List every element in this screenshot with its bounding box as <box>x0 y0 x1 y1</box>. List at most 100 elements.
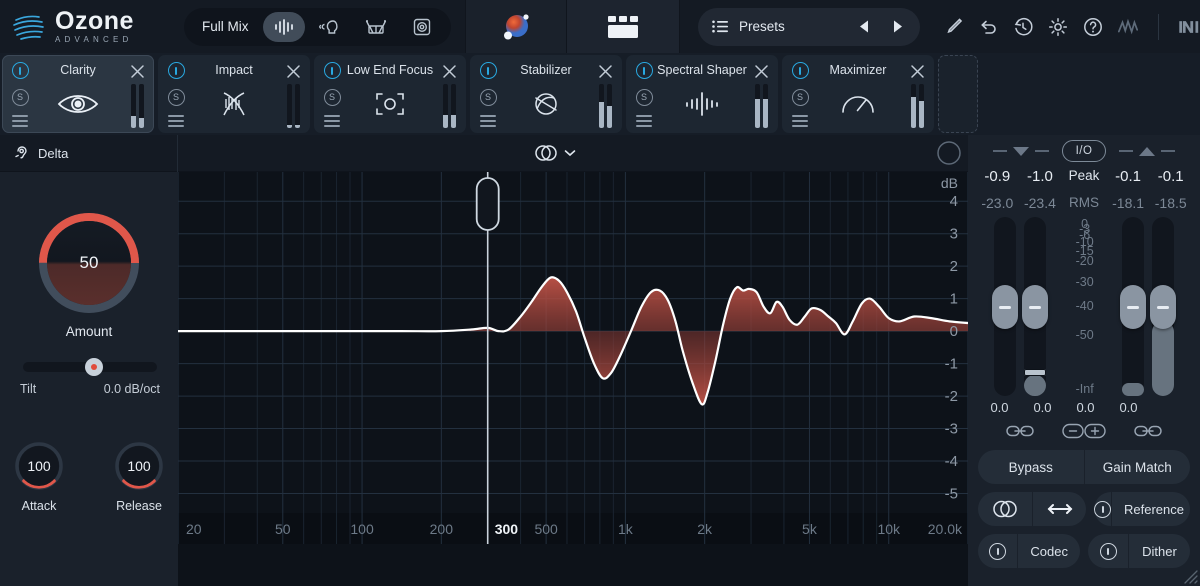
close-icon[interactable] <box>128 62 146 80</box>
presets-next-button[interactable] <box>886 15 910 39</box>
waveform-squiggle-icon[interactable] <box>1117 16 1139 38</box>
solo-icon[interactable]: S <box>323 88 341 106</box>
mix-mode-full-mix[interactable] <box>262 11 305 42</box>
input-fader-left[interactable] <box>991 285 1018 330</box>
ozone-plugin-window: Ozone ADVANCED Full Mix Presets S Clarit… <box>0 0 1200 586</box>
undo-icon[interactable] <box>977 16 999 38</box>
pencil-icon[interactable] <box>942 16 964 38</box>
power-icon[interactable] <box>323 62 341 79</box>
width-button[interactable] <box>1032 492 1086 526</box>
output-fader-left[interactable] <box>1120 285 1147 330</box>
tilt-slider[interactable] <box>23 358 157 376</box>
close-icon[interactable] <box>908 62 926 80</box>
tilt-label: Tilt <box>20 382 37 396</box>
history-icon[interactable] <box>1012 16 1034 38</box>
reference-button[interactable]: Reference <box>1111 492 1190 526</box>
bypass-button[interactable]: Bypass <box>978 450 1084 484</box>
module-name: Low End Focus <box>346 63 434 77</box>
dither-power-button[interactable] <box>1088 534 1128 568</box>
mix-mode-selector: Full Mix <box>184 7 451 46</box>
solo-icon[interactable]: S <box>479 88 497 106</box>
codec-power-button[interactable] <box>978 534 1017 568</box>
module-maximizer[interactable]: S Maximizer <box>782 55 934 133</box>
module-clarity[interactable]: S Clarity <box>2 55 154 133</box>
input-link-button[interactable] <box>978 424 1062 438</box>
presets-selector[interactable]: Presets <box>698 7 920 46</box>
solo-icon[interactable]: S <box>11 88 29 106</box>
power-icon[interactable] <box>791 62 809 79</box>
master-assistant-button[interactable] <box>466 0 566 53</box>
reference-power-button[interactable] <box>1094 492 1111 526</box>
dash <box>1118 150 1133 152</box>
module-meters <box>130 84 144 128</box>
help-icon[interactable] <box>1082 16 1104 38</box>
close-icon[interactable] <box>596 62 614 80</box>
power-icon[interactable] <box>479 62 497 79</box>
stereo-link-icon <box>533 144 559 162</box>
module-name: Spectral Shaper <box>657 63 747 77</box>
mix-mode-bass[interactable] <box>401 12 443 42</box>
solo-icon[interactable]: S <box>167 88 185 106</box>
stereo-mode-dropdown[interactable] <box>533 144 576 162</box>
input-fader-right[interactable] <box>1021 285 1048 330</box>
width-arrows-icon <box>1045 501 1075 517</box>
presets-prev-button[interactable] <box>852 15 876 39</box>
eq-curve-canvas[interactable] <box>178 172 968 544</box>
graph-resize-handle[interactable] <box>930 135 968 172</box>
input-meter-left[interactable] <box>991 217 1018 396</box>
module-spectral-shaper[interactable]: S Spectral Shaper <box>626 55 778 133</box>
output-meter-right[interactable] <box>1150 217 1177 396</box>
list-icon[interactable] <box>168 115 184 127</box>
list-icon[interactable] <box>480 115 496 127</box>
output-link-button[interactable] <box>1106 424 1190 438</box>
input-rms-left: -23.0 <box>981 195 1014 211</box>
list-icon[interactable] <box>792 115 808 127</box>
module-impact[interactable]: S Impact <box>158 55 310 133</box>
close-icon[interactable] <box>440 62 458 80</box>
gain-stepper[interactable] <box>1062 423 1107 439</box>
window-resize-grip[interactable] <box>1180 566 1198 584</box>
gear-icon[interactable] <box>1047 16 1069 38</box>
list-icon[interactable] <box>324 115 340 127</box>
mix-mode-vocal[interactable] <box>309 12 351 42</box>
list-icon[interactable] <box>636 115 652 127</box>
eye-icon <box>55 79 101 129</box>
stereo-link-icon <box>990 499 1020 519</box>
stereo-link-button[interactable] <box>978 492 1032 526</box>
add-module-slot[interactable] <box>938 55 978 133</box>
output-gain-right: 0.0 <box>1119 399 1138 415</box>
power-icon[interactable] <box>11 62 29 79</box>
stabilizer-icon <box>530 79 562 129</box>
attack-knob[interactable]: 100 <box>13 440 65 492</box>
delta-button[interactable]: Delta <box>0 134 178 172</box>
amount-knob[interactable]: 50 <box>34 208 144 318</box>
solo-icon[interactable]: S <box>791 88 809 106</box>
codec-button[interactable]: Codec <box>1017 534 1080 568</box>
gain-match-button[interactable]: Gain Match <box>1083 450 1191 484</box>
output-fader-right[interactable] <box>1150 285 1177 330</box>
release-knob[interactable]: 100 <box>113 440 165 492</box>
spectrum-graph[interactable]: 4 3 2 1 0 -1 -2 -3 -4 -5 dB 20 50 100 200 300 500 1k 2k 5k 1… <box>178 172 968 586</box>
power-icon[interactable] <box>167 62 185 79</box>
reference-group: Reference <box>1094 492 1190 526</box>
solo-icon[interactable]: S <box>635 88 653 106</box>
module-low-end-focus[interactable]: S Low End Focus <box>314 55 466 133</box>
close-icon[interactable] <box>752 62 770 80</box>
power-icon <box>989 542 1007 560</box>
stereo-width-group <box>978 492 1086 526</box>
io-toggle-button[interactable]: I/O <box>1062 140 1106 162</box>
module-view-button[interactable] <box>567 0 679 53</box>
close-icon[interactable] <box>284 62 302 80</box>
dither-button[interactable]: Dither <box>1128 534 1190 568</box>
module-meters <box>754 84 768 128</box>
module-stabilizer[interactable]: S Stabilizer <box>470 55 622 133</box>
tilt-slider-handle[interactable] <box>85 358 103 376</box>
meter-scale-label: -Inf <box>1075 381 1094 396</box>
input-meter-right[interactable] <box>1021 217 1048 396</box>
amount-label: Amount <box>65 324 113 339</box>
power-icon[interactable] <box>635 62 653 79</box>
main-area: Delta 50 Amount Tilt 0.0 dB/oct 100 Atta… <box>0 134 1200 586</box>
output-meter-left[interactable] <box>1120 217 1147 396</box>
mix-mode-drums[interactable] <box>355 12 397 42</box>
list-icon[interactable] <box>12 115 28 127</box>
